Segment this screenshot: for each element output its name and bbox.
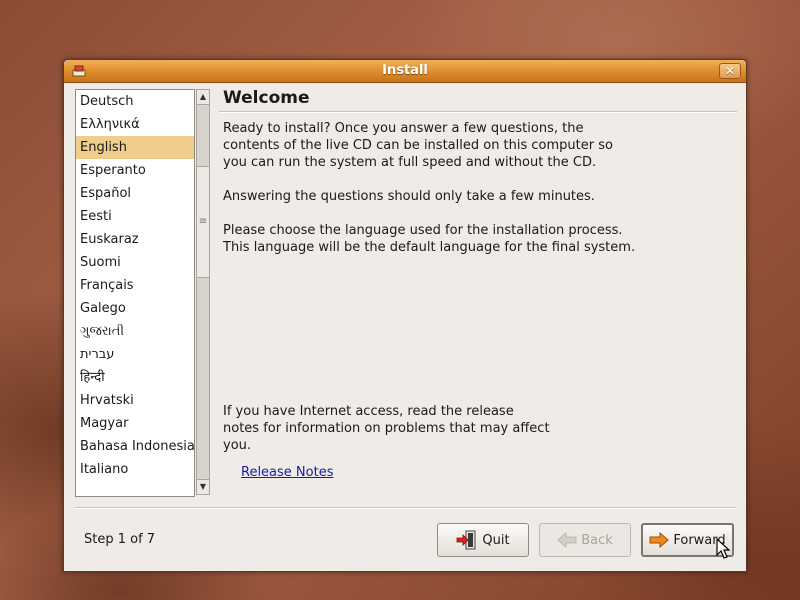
language-item[interactable]: עברית: [76, 343, 194, 366]
scroll-thumb[interactable]: ≡: [197, 166, 209, 278]
intro-line: Ready to install? Once you answer a few …: [223, 121, 584, 136]
language-item[interactable]: English: [76, 136, 194, 159]
choose-line: This language will be the default langua…: [223, 240, 636, 255]
language-item[interactable]: Suomi: [76, 251, 194, 274]
forward-arrow-icon: [649, 532, 670, 548]
footer-divider: [75, 507, 737, 509]
chevron-up-icon: ▲: [199, 92, 207, 101]
internet-line: notes for information on problems that m…: [223, 421, 550, 436]
quit-label: Quit: [482, 532, 510, 548]
language-item[interactable]: Euskaraz: [76, 228, 194, 251]
language-item[interactable]: हिन्दी: [76, 366, 194, 389]
back-arrow-icon: [557, 532, 577, 548]
title-bar[interactable]: Install ✕: [64, 60, 746, 83]
page-title: Welcome: [223, 88, 310, 108]
language-item[interactable]: Magyar: [76, 412, 194, 435]
choose-language-text: Please choose the language used for the …: [223, 222, 635, 256]
language-list-scrollbar[interactable]: ▲ ≡ ▼: [196, 89, 210, 495]
internet-line: If you have Internet access, read the re…: [223, 404, 514, 419]
quit-button[interactable]: Quit: [437, 523, 529, 557]
language-list[interactable]: Deutsch Ελληνικά English Esperanto Español Ee…: [75, 89, 195, 497]
back-label: Back: [581, 532, 613, 548]
scroll-up-button[interactable]: ▲: [197, 90, 209, 105]
language-item[interactable]: ગુજરાતી: [76, 320, 194, 343]
intro-line: contents of the live CD can be installed…: [223, 138, 613, 153]
window-title: Install: [382, 63, 428, 78]
mouse-pointer-icon: [716, 538, 730, 559]
close-button[interactable]: ✕: [719, 63, 741, 79]
internet-note: If you have Internet access, read the re…: [223, 403, 550, 454]
intro-text: Ready to install? Once you answer a few …: [223, 120, 613, 171]
internet-line: you.: [223, 438, 252, 453]
language-item[interactable]: Esperanto: [76, 159, 194, 182]
quit-icon: [457, 530, 476, 550]
time-note: Answering the questions should only take…: [223, 189, 595, 204]
language-item[interactable]: Español: [76, 182, 194, 205]
language-item[interactable]: Eesti: [76, 205, 194, 228]
intro-line: you can run the system at full speed and…: [223, 155, 597, 170]
language-item[interactable]: Bahasa Indonesia: [76, 435, 194, 458]
language-item[interactable]: Ελληνικά: [76, 113, 194, 136]
step-indicator: Step 1 of 7: [84, 532, 156, 547]
heading-divider: [219, 111, 737, 113]
install-window: Install ✕ Deutsch Ελληνικά English Esperant…: [63, 59, 747, 572]
language-item[interactable]: Italiano: [76, 458, 194, 481]
language-item[interactable]: Deutsch: [76, 90, 194, 113]
chevron-down-icon: ▼: [199, 482, 207, 491]
release-notes-link[interactable]: Release Notes: [241, 465, 333, 480]
grip-icon: ≡: [198, 216, 208, 227]
scroll-down-button[interactable]: ▼: [197, 479, 209, 494]
close-icon: ✕: [724, 64, 736, 78]
language-item[interactable]: Hrvatski: [76, 389, 194, 412]
choose-line: Please choose the language used for the …: [223, 223, 623, 238]
language-item[interactable]: Français: [76, 274, 194, 297]
language-item[interactable]: Galego: [76, 297, 194, 320]
back-button[interactable]: Back: [539, 523, 631, 557]
